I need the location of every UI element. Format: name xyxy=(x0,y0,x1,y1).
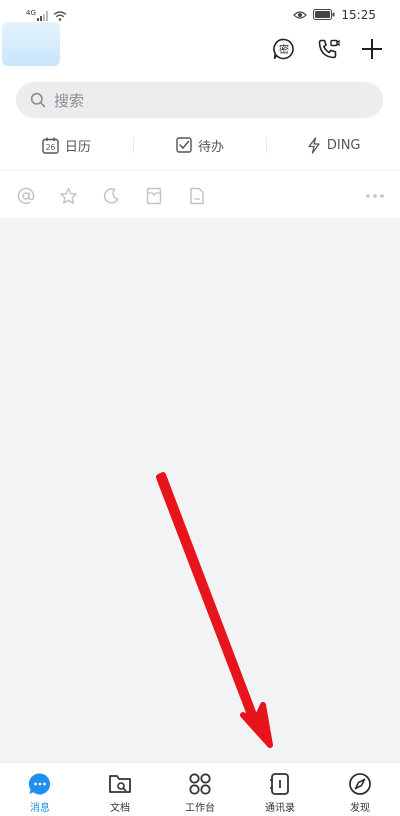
document-icon xyxy=(190,187,204,205)
tab-label: 工作台 xyxy=(185,803,215,814)
grid-icon xyxy=(187,771,213,797)
secret-chat-glyph: 密 xyxy=(279,43,289,56)
shortcut-ding[interactable]: DING xyxy=(267,135,400,155)
chat-bubble-icon xyxy=(27,771,53,797)
conversation-list xyxy=(0,218,400,762)
tab-docs[interactable]: 文档 xyxy=(80,763,160,816)
folder-icon xyxy=(107,771,133,797)
shortcut-label: DING xyxy=(326,137,361,153)
search-icon xyxy=(30,92,46,108)
calendar-badge: 26 xyxy=(46,143,56,152)
moon-icon xyxy=(103,188,119,204)
calendar-icon: 26 xyxy=(42,137,59,154)
eye-icon xyxy=(293,5,308,24)
tab-label: 文档 xyxy=(110,803,130,814)
tab-workbench[interactable]: 工作台 xyxy=(160,763,240,816)
contacts-book-icon xyxy=(267,771,293,797)
tab-messages[interactable]: 消息 xyxy=(0,763,80,816)
filter-row xyxy=(0,176,400,216)
compass-icon xyxy=(347,771,373,797)
at-icon xyxy=(17,187,35,205)
filter-files[interactable] xyxy=(186,185,208,207)
battery-icon xyxy=(313,5,335,24)
tab-label: 消息 xyxy=(30,803,50,814)
network-type: 4G xyxy=(26,8,36,17)
tab-discover[interactable]: 发现 xyxy=(320,763,400,816)
search-bar[interactable]: 搜索 xyxy=(16,82,383,118)
avatar[interactable] xyxy=(2,22,60,66)
checkbox-icon xyxy=(176,137,192,153)
tab-contacts[interactable]: 通讯录 xyxy=(240,763,320,816)
shortcut-bar: 26 日历 待办 DING xyxy=(0,128,400,162)
divider xyxy=(0,170,400,171)
tab-bar: 消息 文档 工作台 通讯录 发现 xyxy=(0,762,400,816)
call-button[interactable] xyxy=(315,36,341,62)
add-button[interactable] xyxy=(359,36,385,62)
tab-label: 发现 xyxy=(350,803,370,814)
annotation-arrow xyxy=(156,472,273,748)
shortcut-label: 日历 xyxy=(64,139,91,155)
filter-starred[interactable] xyxy=(57,185,79,207)
lightning-icon xyxy=(308,136,320,154)
inbox-icon xyxy=(146,187,162,205)
filter-later[interactable] xyxy=(100,185,122,207)
plus-icon xyxy=(362,39,382,59)
star-icon xyxy=(59,187,77,204)
secret-chat-icon: 密 xyxy=(273,38,294,60)
filter-mentions[interactable] xyxy=(15,185,37,207)
filter-more[interactable] xyxy=(362,185,388,207)
status-right: 15:25 xyxy=(293,5,376,24)
status-bar: 4G 15:25 xyxy=(0,0,400,26)
shortcut-todo[interactable]: 待办 xyxy=(134,135,267,155)
dingtalk-message-screen: 4G 15:25 密 搜索 26 日历 待办 DING 消息 文档 工作台 通讯… xyxy=(0,0,400,816)
shortcut-label: 待办 xyxy=(198,139,225,155)
phone-call-icon xyxy=(318,39,340,59)
filter-unread[interactable] xyxy=(143,185,165,207)
secret-chat-button[interactable]: 密 xyxy=(271,36,297,62)
shortcut-calendar[interactable]: 26 日历 xyxy=(0,135,133,155)
more-icon xyxy=(366,194,384,198)
clock: 15:25 xyxy=(341,7,376,22)
search-placeholder: 搜索 xyxy=(54,91,85,110)
tab-label: 通讯录 xyxy=(265,803,295,814)
